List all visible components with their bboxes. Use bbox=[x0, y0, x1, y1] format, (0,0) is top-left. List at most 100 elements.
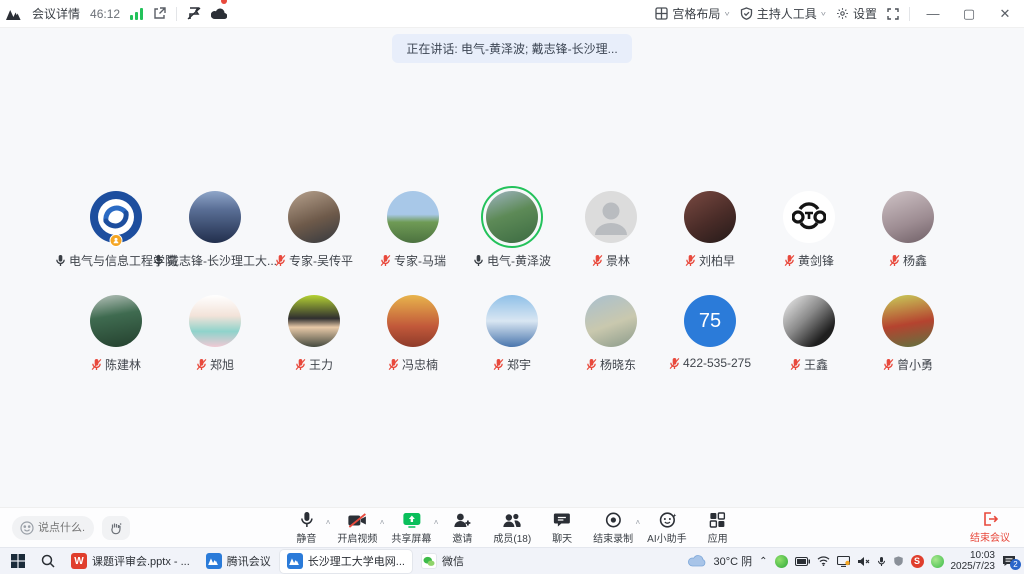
raise-hand-button[interactable] bbox=[102, 516, 130, 540]
participant-avatar[interactable] bbox=[90, 295, 142, 347]
toolbar-button-chat[interactable]: 聊天 bbox=[541, 510, 583, 545]
participant-avatar[interactable] bbox=[783, 191, 835, 243]
camera-off-icon bbox=[347, 510, 367, 528]
participant-avatar[interactable] bbox=[783, 295, 835, 347]
tray-antivirus-icon[interactable] bbox=[775, 555, 788, 568]
participant-name: 景林 bbox=[606, 252, 630, 269]
weather-icon[interactable] bbox=[688, 555, 706, 567]
taskbar-app-label: 长沙理工大学电网... bbox=[308, 553, 405, 569]
minimize-button[interactable]: — bbox=[920, 3, 946, 25]
participant-tile[interactable]: 王力 bbox=[265, 295, 364, 373]
participant-tile[interactable]: 专家-马瑞 bbox=[364, 191, 463, 269]
weather-text[interactable]: 30°C 阴 bbox=[713, 553, 752, 569]
participant-label: 王力 bbox=[295, 356, 333, 373]
open-external-icon[interactable] bbox=[153, 7, 166, 20]
emoji-icon[interactable] bbox=[20, 521, 34, 535]
toolbar-button-ai[interactable]: AI小助手 bbox=[643, 510, 690, 545]
chevron-up-icon[interactable]: ˄ bbox=[636, 518, 641, 527]
tray-wechat-ball-icon[interactable] bbox=[931, 555, 944, 568]
participant-tile[interactable]: 曾小勇 bbox=[859, 295, 958, 373]
chevron-up-icon[interactable]: ˄ bbox=[380, 518, 385, 527]
tray-volume-muted-icon[interactable] bbox=[857, 556, 870, 567]
toolbar-button-invite[interactable]: 邀请 bbox=[441, 510, 483, 545]
participant-avatar[interactable] bbox=[882, 191, 934, 243]
participant-tile[interactable]: 电气-黄泽波 bbox=[463, 191, 562, 269]
layout-button[interactable]: 宫格布局˅ bbox=[655, 5, 729, 22]
recording-flag-icon[interactable] bbox=[187, 7, 201, 20]
toolbar-button-apps[interactable]: 应用 bbox=[697, 510, 739, 545]
taskbar-app-label: 课题评审会.pptx - ... bbox=[92, 553, 190, 569]
search-button[interactable] bbox=[34, 550, 62, 573]
toolbar-button-share-screen[interactable]: 共享屏幕˄ bbox=[387, 510, 435, 545]
main-area: 正在讲话: 电气-黄泽波; 戴志锋-长沙理... 电气与信息工程学院戴志锋-长沙… bbox=[0, 28, 1024, 507]
participant-tile[interactable]: 冯忠楠 bbox=[364, 295, 463, 373]
participant-label: 杨鑫 bbox=[889, 252, 927, 269]
toolbar-button-record[interactable]: 结束录制˄ bbox=[589, 510, 637, 545]
toolbar-button-members[interactable]: 成员(18) bbox=[489, 510, 535, 545]
toolbar-button-label: 共享屏幕 bbox=[391, 530, 431, 545]
notification-center-button[interactable]: 2 bbox=[1002, 555, 1016, 567]
fullscreen-icon[interactable] bbox=[887, 8, 899, 20]
tray-tray-mic-icon[interactable] bbox=[877, 556, 886, 567]
toolbar-button-mic[interactable]: 静音˄ bbox=[285, 510, 327, 545]
network-quality-icon[interactable] bbox=[130, 8, 143, 20]
chevron-up-icon[interactable]: ˄ bbox=[434, 518, 439, 527]
participant-label: 专家-马瑞 bbox=[380, 252, 446, 269]
participant-tile[interactable]: 陈建林 bbox=[67, 295, 166, 373]
participant-avatar[interactable] bbox=[90, 191, 142, 243]
chevron-up-icon[interactable]: ˄ bbox=[326, 518, 331, 527]
participant-tile[interactable]: 刘柏早 bbox=[661, 191, 760, 269]
taskbar-app-wps[interactable]: W课题评审会.pptx - ... bbox=[64, 550, 197, 573]
participant-name: 戴志锋-长沙理工大... bbox=[167, 252, 277, 269]
participant-label: 专家-吴传平 bbox=[275, 252, 353, 269]
participant-tile[interactable]: 景林 bbox=[562, 191, 661, 269]
participant-tile[interactable]: 杨晓东 bbox=[562, 295, 661, 373]
participant-tile[interactable]: 黄剑锋 bbox=[760, 191, 859, 269]
participant-avatar[interactable] bbox=[684, 191, 736, 243]
participant-avatar[interactable] bbox=[189, 295, 241, 347]
settings-button[interactable]: 设置 bbox=[836, 5, 877, 22]
participant-tile[interactable]: 专家-吴传平 bbox=[265, 191, 364, 269]
tray-chevron-up-icon[interactable]: ⌃ bbox=[759, 556, 767, 567]
participant-avatar[interactable] bbox=[882, 295, 934, 347]
end-meeting-button[interactable]: 结束会议 bbox=[970, 511, 1010, 544]
speaking-banner: 正在讲话: 电气-黄泽波; 戴志锋-长沙理... bbox=[392, 34, 631, 63]
taskbar-app-tencent-meeting[interactable]: 长沙理工大学电网... bbox=[280, 550, 412, 573]
participant-tile[interactable]: 郑旭 bbox=[166, 295, 265, 373]
participant-row-2: 陈建林郑旭王力 冯忠楠郑宇杨晓东 75 422-535-275 王鑫曾小勇 bbox=[67, 295, 958, 373]
participant-tile[interactable]: 郑宇 bbox=[463, 295, 562, 373]
participant-tile[interactable]: 戴志锋-长沙理工大... bbox=[166, 191, 265, 269]
tray-display-icon[interactable] bbox=[837, 556, 850, 567]
participant-tile[interactable]: 电气与信息工程学院 bbox=[67, 191, 166, 269]
mic-muted-icon bbox=[790, 358, 801, 371]
participant-avatar[interactable]: 75 bbox=[684, 295, 736, 347]
mic-muted-icon bbox=[784, 254, 795, 267]
participant-avatar[interactable] bbox=[486, 191, 538, 243]
taskbar-clock[interactable]: 10:03 2025/7/23 bbox=[951, 550, 996, 572]
participant-avatar[interactable] bbox=[387, 191, 439, 243]
participant-avatar[interactable] bbox=[486, 295, 538, 347]
tray-sogou-icon[interactable]: S bbox=[911, 555, 924, 568]
tray-defender-icon[interactable] bbox=[893, 555, 904, 567]
toolbar-button-camera-off[interactable]: 开启视频˄ bbox=[333, 510, 381, 545]
participant-tile[interactable]: 王鑫 bbox=[760, 295, 859, 373]
taskbar-app-tencent-meeting[interactable]: 腾讯会议 bbox=[199, 550, 278, 573]
participant-avatar[interactable] bbox=[387, 295, 439, 347]
participant-avatar[interactable] bbox=[585, 191, 637, 243]
participant-avatar[interactable] bbox=[189, 191, 241, 243]
participant-avatar[interactable] bbox=[585, 295, 637, 347]
maximize-button[interactable]: ▢ bbox=[956, 3, 982, 25]
host-tools-button[interactable]: 主持人工具˅ bbox=[740, 5, 826, 22]
meeting-details-button[interactable]: 会议详情 bbox=[32, 5, 80, 22]
participant-tile[interactable]: 75 422-535-275 bbox=[661, 295, 760, 373]
participant-label: 422-535-275 bbox=[669, 356, 751, 370]
close-button[interactable]: ✕ bbox=[992, 3, 1018, 25]
tray-battery-icon[interactable] bbox=[795, 557, 810, 566]
tray-wifi-icon[interactable] bbox=[817, 556, 830, 566]
taskbar-app-wechat[interactable]: 微信 bbox=[414, 550, 471, 573]
participant-tile[interactable]: 杨鑫 bbox=[859, 191, 958, 269]
cloud-recording-icon[interactable] bbox=[211, 8, 227, 20]
participant-avatar[interactable] bbox=[288, 295, 340, 347]
participant-avatar[interactable] bbox=[288, 191, 340, 243]
start-button[interactable] bbox=[4, 550, 32, 573]
